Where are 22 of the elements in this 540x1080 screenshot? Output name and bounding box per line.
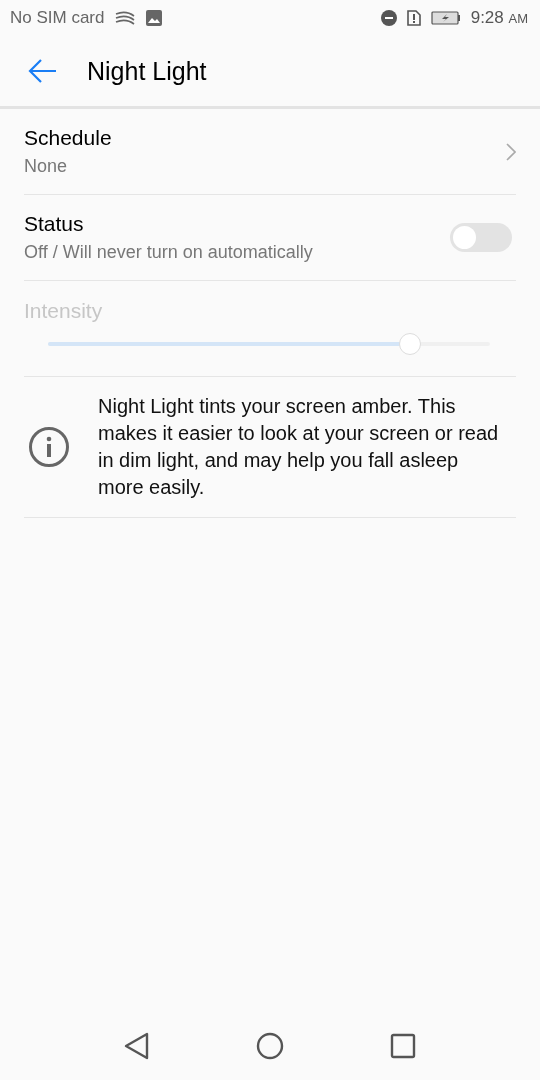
schedule-row[interactable]: Schedule None bbox=[24, 109, 516, 195]
recents-nav-icon[interactable] bbox=[390, 1033, 416, 1059]
status-toggle[interactable] bbox=[450, 223, 512, 252]
status-summary: Off / Will never turn on automatically bbox=[24, 242, 313, 263]
battery-charging-icon bbox=[430, 11, 461, 25]
slider-thumb[interactable] bbox=[399, 333, 422, 355]
swirl-icon bbox=[114, 10, 137, 26]
sim-alert-icon bbox=[406, 10, 421, 26]
schedule-label: Schedule bbox=[24, 126, 112, 150]
image-icon bbox=[146, 10, 163, 26]
chevron-right-icon bbox=[506, 142, 516, 161]
info-text: Night Light tints your screen amber. This makes it easier to look at your screen or read in dim light, and may help you fall asleep more easily. bbox=[98, 394, 500, 500]
carrier-text: No SIM card bbox=[10, 8, 105, 28]
intensity-slider[interactable] bbox=[48, 333, 490, 355]
page-title: Night Light bbox=[87, 56, 207, 86]
status-label: Status bbox=[24, 212, 85, 236]
info-icon bbox=[28, 426, 70, 468]
schedule-value: None bbox=[24, 156, 69, 177]
do-not-disturb-icon bbox=[380, 10, 397, 26]
back-nav-icon[interactable] bbox=[124, 1032, 150, 1060]
clock-text: 9:28 AM bbox=[470, 8, 528, 28]
home-nav-icon[interactable] bbox=[256, 1032, 284, 1060]
